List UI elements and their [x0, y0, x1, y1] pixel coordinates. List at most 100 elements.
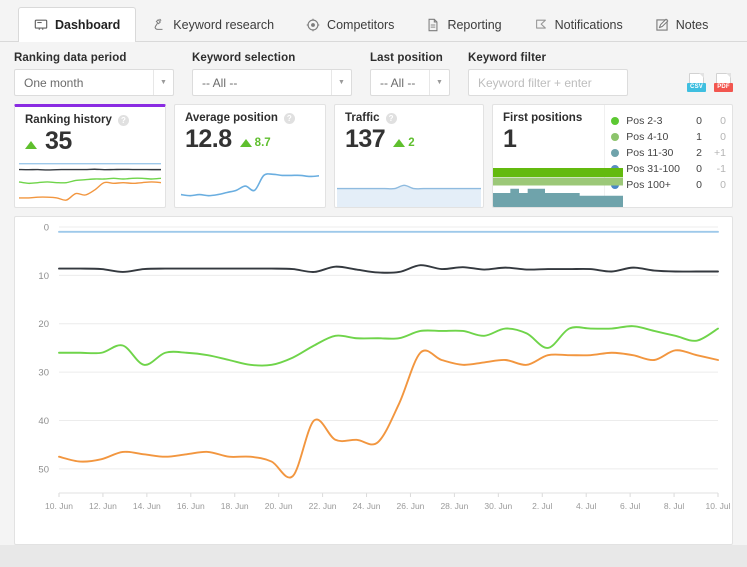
- ranking-history-sparkline: [18, 163, 162, 201]
- stacked-band: [493, 168, 623, 177]
- tab-keyword-research[interactable]: Keyword research: [136, 7, 290, 41]
- legend-delta: +1: [714, 147, 726, 159]
- export-buttons: CSV PDF: [687, 73, 733, 95]
- x-axis-tick-label: 8. Jul: [664, 501, 684, 511]
- chart-series-line: [58, 325, 719, 367]
- legend-count: 2: [696, 147, 702, 159]
- csv-export-label: CSV: [687, 83, 706, 92]
- legend-label: Pos 11-30: [626, 147, 674, 159]
- x-axis-tick-label: 30. Jun: [484, 501, 512, 511]
- legend-row[interactable]: Pos 100+ 0 0: [611, 178, 726, 192]
- card-value: 137: [345, 125, 386, 153]
- last-position-select[interactable]: -- All -- ▼: [370, 69, 450, 96]
- stacked-band: [493, 188, 623, 207]
- x-axis-tick-label: 20. Jun: [265, 501, 293, 511]
- card-header: First positions: [493, 105, 604, 124]
- pdf-export-icon[interactable]: PDF: [714, 73, 733, 95]
- target-icon: [306, 18, 320, 32]
- y-axis-tick-label: 50: [38, 464, 49, 475]
- keyword-filter-label: Keyword filter: [468, 52, 547, 64]
- legend-row[interactable]: Pos 31-100 0 -1: [611, 162, 726, 176]
- flag-icon: [534, 18, 548, 32]
- card-value-row: 137 2: [335, 124, 483, 154]
- first-positions-main: First positions 1: [493, 105, 623, 207]
- last-position-field: Last position -- All -- ▼: [370, 52, 450, 96]
- card-header: Traffic ?: [335, 105, 483, 124]
- tab-dashboard[interactable]: Dashboard: [18, 7, 137, 42]
- help-icon[interactable]: ?: [283, 112, 295, 124]
- tab-label: Notes: [675, 17, 709, 32]
- x-axis-tick-label: 24. Jun: [353, 501, 381, 511]
- card-delta: 8.7: [239, 137, 271, 149]
- tab-notifications[interactable]: Notifications: [518, 7, 639, 41]
- ranking-period-label: Ranking data period: [14, 52, 127, 64]
- ranking-period-select[interactable]: One month ▼: [14, 69, 174, 96]
- chevron-down-icon: ▼: [429, 70, 449, 95]
- card-first-positions[interactable]: First positions 1 Pos 2-3 0 0 Pos 4-10 1 0 Pos…: [492, 104, 733, 208]
- ranking-period-field: Ranking data period One month ▼: [14, 52, 174, 96]
- trend-up-icon: [393, 139, 406, 147]
- legend-delta: 0: [720, 131, 726, 143]
- keyword-filter-field: Keyword filter: [468, 52, 628, 96]
- legend-row[interactable]: Pos 11-30 2 +1: [611, 146, 726, 160]
- last-position-value: -- All --: [380, 75, 416, 90]
- last-position-label: Last position: [370, 52, 443, 64]
- x-axis-tick-label: 16. Jun: [177, 501, 205, 511]
- legend-label: Pos 31-100: [626, 163, 680, 175]
- main-tabbar: Dashboard Keyword research Competitors R…: [0, 0, 747, 42]
- x-axis-tick-label: 26. Jun: [397, 501, 425, 511]
- legend-delta: -1: [716, 163, 726, 175]
- legend-color-dot: [611, 149, 620, 157]
- stacked-band: [493, 177, 623, 186]
- tab-notes[interactable]: Notes: [639, 7, 725, 41]
- position-buckets-legend: Pos 2-3 0 0 Pos 4-10 1 0 Pos 11-30 2 +1 Pos 31-10…: [604, 105, 732, 207]
- card-average-position[interactable]: Average position ? 12.8 8.7: [174, 104, 326, 208]
- legend-color-dot: [611, 133, 620, 141]
- document-icon: [426, 18, 440, 32]
- trend-up-icon: [25, 141, 37, 149]
- sparkline-series: [180, 173, 320, 197]
- chart-series-line: [58, 349, 719, 479]
- y-axis-tick-label: 20: [38, 319, 49, 330]
- y-axis-tick-label: 10: [38, 271, 49, 282]
- x-axis-tick-label: 22. Jun: [309, 501, 337, 511]
- tab-competitors[interactable]: Competitors: [290, 7, 410, 41]
- card-value: 1: [503, 125, 517, 153]
- first-positions-stacked-area: [493, 168, 623, 207]
- keyword-filter-input[interactable]: [468, 69, 628, 96]
- y-axis-tick-label: 40: [38, 416, 49, 427]
- card-value: 35: [45, 127, 72, 155]
- monitor-icon: [34, 18, 48, 32]
- x-axis-tick-label: 4. Jul: [576, 501, 596, 511]
- help-icon[interactable]: ?: [385, 112, 397, 124]
- card-value: 12.8: [185, 125, 232, 153]
- x-axis-tick-label: 6. Jul: [620, 501, 640, 511]
- legend-label: Pos 100+: [626, 179, 671, 191]
- card-ranking-history[interactable]: Ranking history ? 35: [14, 104, 166, 208]
- pdf-export-label: PDF: [714, 83, 733, 92]
- tab-reporting[interactable]: Reporting: [410, 7, 517, 41]
- card-value-row: 12.8 8.7: [175, 124, 325, 154]
- help-icon[interactable]: ?: [117, 114, 129, 126]
- card-traffic[interactable]: Traffic ? 137 2: [334, 104, 484, 208]
- footer-strip: [0, 545, 747, 567]
- keyword-selection-select[interactable]: -- All -- ▼: [192, 69, 352, 96]
- legend-row[interactable]: Pos 2-3 0 0: [611, 114, 726, 128]
- legend-row[interactable]: Pos 4-10 1 0: [611, 130, 726, 144]
- tab-label: Notifications: [554, 17, 623, 32]
- card-header: Ranking history ?: [15, 107, 165, 126]
- chart-series-line: [58, 264, 719, 274]
- keyword-selection-value: -- All --: [202, 75, 238, 90]
- legend-count: 0: [696, 115, 702, 127]
- csv-export-icon[interactable]: CSV: [687, 73, 706, 95]
- delta-value: 8.7: [254, 137, 271, 149]
- legend-label: Pos 2-3: [626, 115, 663, 127]
- legend-color-dot: [611, 117, 620, 125]
- legend-count: 0: [696, 179, 702, 191]
- chevron-down-icon: ▼: [331, 70, 351, 95]
- trend-up-icon: [239, 139, 252, 147]
- card-title: Ranking history: [25, 114, 112, 126]
- filter-bar: Ranking data period One month ▼ Keyword …: [0, 42, 747, 104]
- ranking-history-chart[interactable]: 0 10 20 30 40 50 10. Jun 12. Jun 14. Jun 16. Jun 1…: [14, 216, 733, 545]
- legend-count: 0: [696, 163, 702, 175]
